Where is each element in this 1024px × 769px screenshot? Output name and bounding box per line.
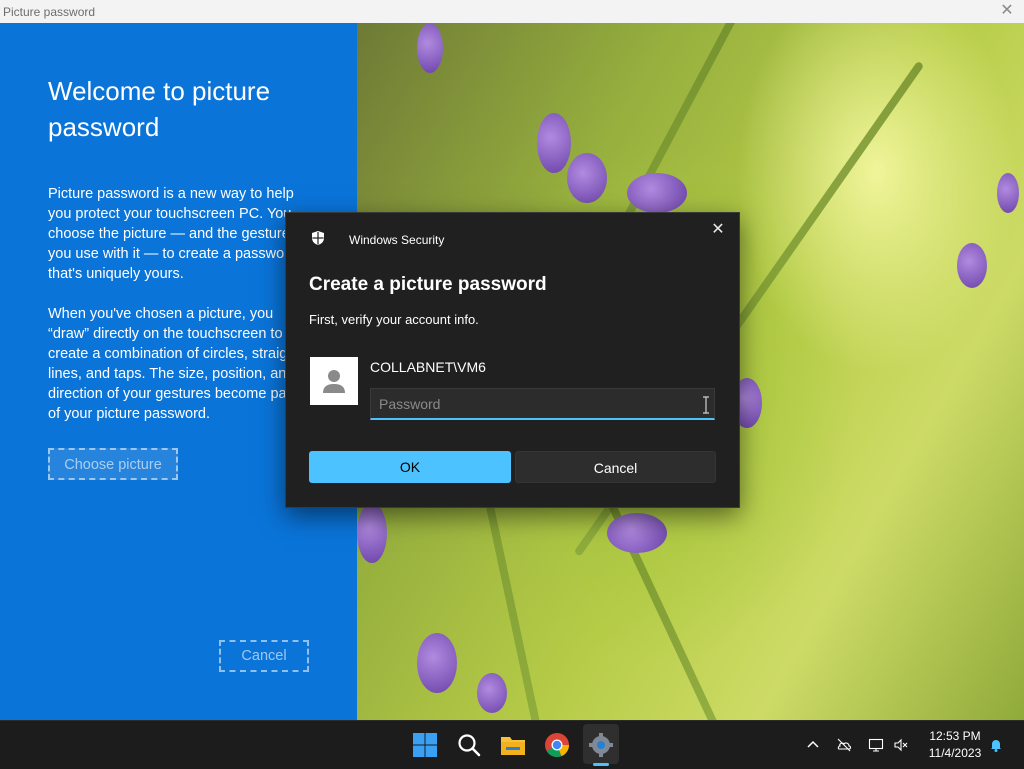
ok-button[interactable]: OK	[309, 451, 511, 483]
volume-muted-icon[interactable]	[893, 737, 909, 753]
window-close-icon[interactable]: ✕	[998, 2, 1016, 20]
clock-date[interactable]: 11/4/2023	[920, 746, 990, 760]
taskbar: 12:53 PM 11/4/2023	[0, 720, 1024, 769]
lavender-bloom	[357, 503, 387, 563]
lavender-bloom	[477, 673, 507, 713]
text-cursor-icon	[703, 396, 709, 414]
lavender-bloom	[997, 173, 1019, 213]
lavender-bloom	[417, 23, 443, 73]
dialog-app-name: Windows Security	[349, 233, 445, 247]
dialog-subtitle: First, verify your account info.	[309, 312, 479, 327]
windows-security-dialog: Windows Security ✕ Create a picture pass…	[285, 212, 740, 508]
search-icon[interactable]	[455, 731, 483, 759]
dialog-cancel-button[interactable]: Cancel	[515, 451, 716, 483]
windows-start-icon[interactable]	[411, 731, 439, 759]
intro-line: Picture password is a new way to help	[48, 186, 294, 202]
welcome-heading: Welcome to picture password	[48, 76, 271, 142]
notification-bell-icon[interactable]	[988, 737, 1004, 753]
window-title: Picture password	[3, 5, 96, 19]
settings-gear-icon[interactable]	[587, 731, 615, 759]
lavender-bloom	[957, 243, 987, 288]
window-title-bar: Picture password ✕	[0, 0, 1024, 24]
onedrive-offline-icon[interactable]	[836, 737, 852, 753]
account-name: COLLABNET\VM6	[370, 359, 486, 375]
clock-time[interactable]: 12:53 PM	[920, 729, 990, 743]
lavender-bloom	[607, 513, 667, 553]
shield-icon	[312, 231, 324, 245]
active-app-indicator	[593, 763, 609, 766]
chevron-up-icon[interactable]	[805, 737, 821, 753]
lavender-bloom	[537, 113, 571, 173]
dialog-close-icon[interactable]: ✕	[710, 222, 726, 238]
file-explorer-icon[interactable]	[499, 731, 527, 759]
user-avatar-icon	[310, 357, 358, 405]
lavender-bloom	[567, 153, 607, 203]
intro-cancel-button[interactable]: Cancel	[219, 640, 309, 672]
network-icon[interactable]	[868, 737, 884, 753]
chrome-icon[interactable]	[543, 731, 571, 759]
lavender-bloom	[417, 633, 457, 693]
password-field[interactable]	[370, 388, 715, 420]
lavender-bloom	[627, 173, 687, 213]
choose-picture-button[interactable]: Choose picture	[48, 448, 178, 480]
dialog-title: Create a picture password	[309, 274, 547, 295]
